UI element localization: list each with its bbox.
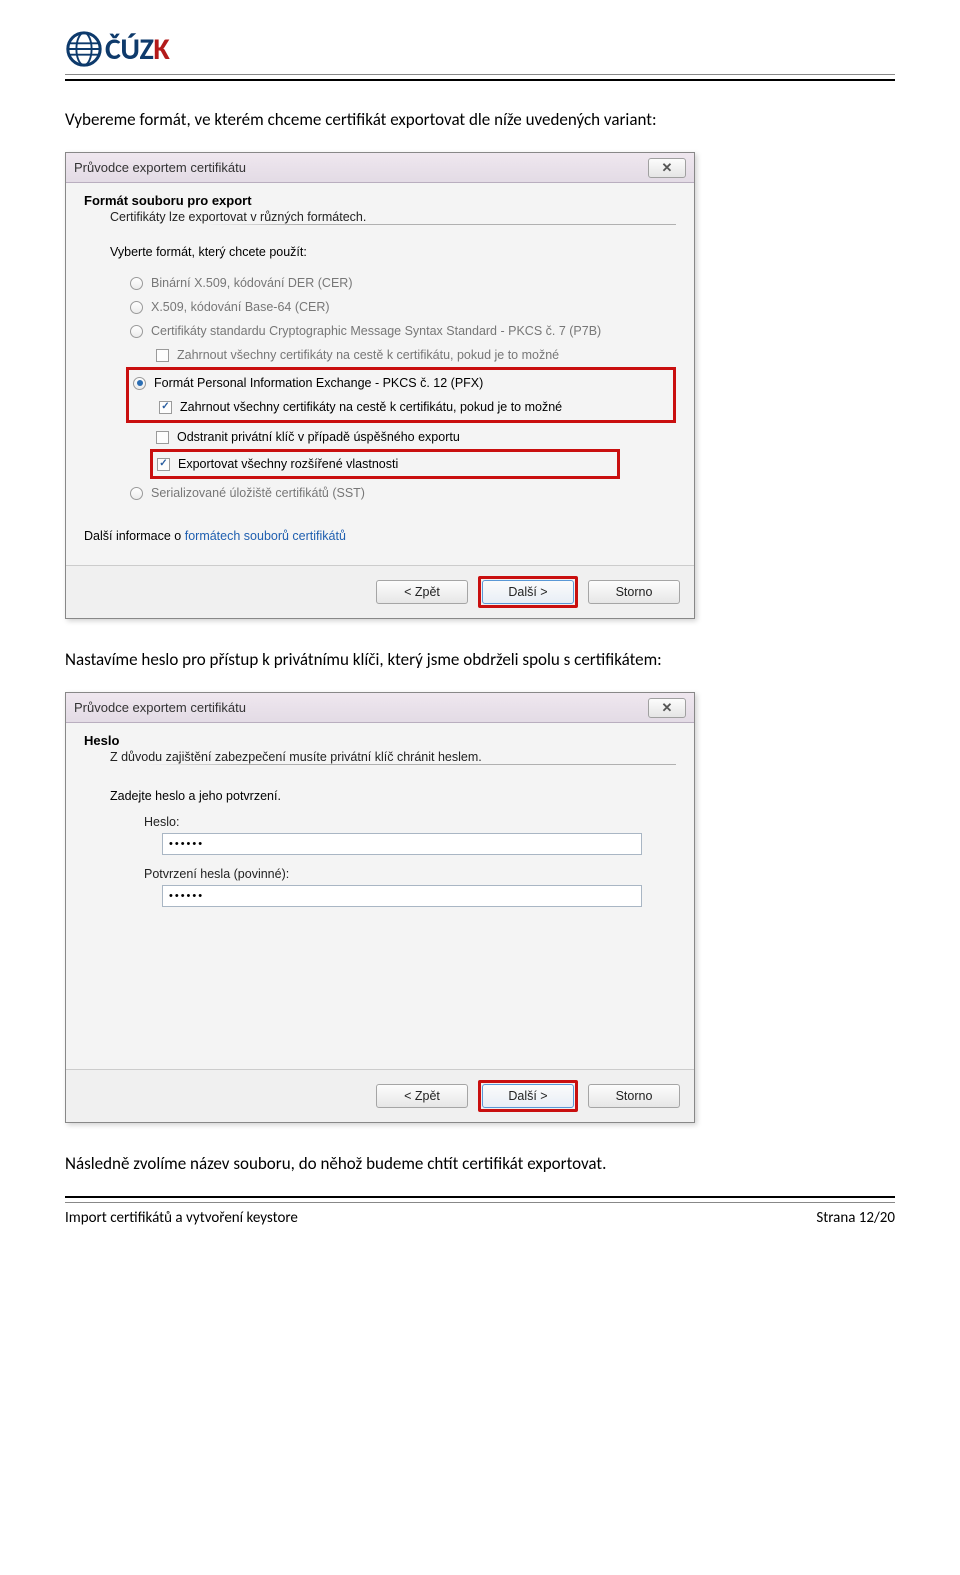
checkbox-label: Exportovat všechny rozšířené vlastnosti xyxy=(178,457,398,471)
radio-icon xyxy=(130,325,143,338)
formats-link[interactable]: formátech souborů certifikátů xyxy=(185,529,346,543)
password-value: •••••• xyxy=(169,838,204,850)
checkbox-delete-key[interactable]: Odstranit privátní klíč v případě úspěšn… xyxy=(156,425,676,449)
format-prompt: Vyberte formát, který chcete použít: xyxy=(110,245,676,259)
button-bar: < Zpět Další > Storno xyxy=(66,1069,694,1122)
radio-icon xyxy=(130,301,143,314)
footer-right: Strana 12/20 xyxy=(816,1209,895,1227)
window-title: Průvodce exportem certifikátu xyxy=(74,160,246,175)
section-subtext: Z důvodu zajištění zabezpečení musíte pr… xyxy=(110,750,676,764)
checkbox-pfx-include[interactable]: Zahrnout všechny certifikáty na cestě k … xyxy=(159,395,671,419)
radio-pfx[interactable]: Formát Personal Information Exchange - P… xyxy=(133,371,671,395)
highlight-next: Další > xyxy=(478,1080,578,1112)
back-button[interactable]: < Zpět xyxy=(376,580,468,604)
checkbox-extended[interactable]: Exportovat všechny rozšířené vlastnosti xyxy=(157,452,615,476)
confirm-password-value: •••••• xyxy=(169,890,204,902)
radio-label: X.509, kódování Base-64 (CER) xyxy=(151,300,330,314)
section-heading: Formát souboru pro export xyxy=(84,193,676,208)
brand-cuz: ČÚZ xyxy=(105,31,153,68)
export-wizard-format-dialog: Průvodce exportem certifikátu ✕ Formát s… xyxy=(65,152,695,619)
export-wizard-password-dialog: Průvodce exportem certifikátu ✕ Heslo Z … xyxy=(65,692,695,1123)
highlight-next: Další > xyxy=(478,576,578,608)
section-subtext: Certifikáty lze exportovat v různých for… xyxy=(110,210,676,224)
checkbox-label: Odstranit privátní klíč v případě úspěšn… xyxy=(177,430,460,444)
link-prefix: Další informace o xyxy=(84,529,185,543)
header-underline xyxy=(65,74,895,81)
window-title: Průvodce exportem certifikátu xyxy=(74,700,246,715)
back-button[interactable]: < Zpět xyxy=(376,1084,468,1108)
brand-text: ČÚZK xyxy=(105,31,169,68)
brand-k: K xyxy=(153,31,169,68)
radio-label: Certifikáty standardu Cryptographic Mess… xyxy=(151,324,601,338)
checkbox-icon xyxy=(156,349,169,362)
radio-label: Serializované úložiště certifikátů (SST) xyxy=(151,486,365,500)
confirm-password-input[interactable]: •••••• xyxy=(162,885,642,907)
password-label: Heslo: xyxy=(144,815,676,829)
close-icon: ✕ xyxy=(662,160,673,176)
password-prompt: Zadejte heslo a jeho potvrzení. xyxy=(110,789,676,803)
next-button[interactable]: Další > xyxy=(482,580,574,604)
highlight-pfx-option: Formát Personal Information Exchange - P… xyxy=(126,367,676,423)
radio-base64: X.509, kódování Base-64 (CER) xyxy=(130,295,676,319)
outro-paragraph: Následně zvolíme název souboru, do něhož… xyxy=(65,1153,895,1174)
title-bar: Průvodce exportem certifikátu ✕ xyxy=(66,153,694,183)
highlight-extended-props: Exportovat všechny rozšířené vlastnosti xyxy=(150,449,620,479)
cancel-button[interactable]: Storno xyxy=(588,1084,680,1108)
section-heading: Heslo xyxy=(84,733,676,748)
close-icon: ✕ xyxy=(662,700,673,716)
cancel-button[interactable]: Storno xyxy=(588,580,680,604)
radio-icon xyxy=(133,377,146,390)
brand-logo: ČÚZK xyxy=(65,30,895,68)
intro-paragraph-2: Nastavíme heslo pro přístup k privátnímu… xyxy=(65,649,895,670)
footer-left: Import certifikátů a vytvoření keystore xyxy=(65,1209,298,1227)
confirm-password-label: Potvrzení hesla (povinné): xyxy=(144,867,676,881)
checkbox-icon xyxy=(156,431,169,444)
more-info-row: Další informace o formátech souborů cert… xyxy=(84,529,676,543)
radio-icon xyxy=(130,487,143,500)
radio-sst: Serializované úložiště certifikátů (SST) xyxy=(130,481,676,505)
radio-label: Binární X.509, kódování DER (CER) xyxy=(151,276,352,290)
checkbox-icon xyxy=(157,458,170,471)
checkbox-p7b-include: Zahrnout všechny certifikáty na cestě k … xyxy=(156,343,676,367)
globe-icon xyxy=(65,30,103,68)
title-bar: Průvodce exportem certifikátu ✕ xyxy=(66,693,694,723)
page-footer: Import certifikátů a vytvoření keystore … xyxy=(65,1209,895,1227)
checkbox-icon xyxy=(159,401,172,414)
radio-icon xyxy=(130,277,143,290)
radio-label: Formát Personal Information Exchange - P… xyxy=(154,376,483,390)
radio-p7b: Certifikáty standardu Cryptographic Mess… xyxy=(130,319,676,343)
intro-paragraph-1: Vybereme formát, ve kterém chceme certif… xyxy=(65,109,895,130)
footer-underline xyxy=(65,1196,895,1203)
button-bar: < Zpět Další > Storno xyxy=(66,565,694,618)
close-button[interactable]: ✕ xyxy=(648,158,686,178)
close-button[interactable]: ✕ xyxy=(648,698,686,718)
radio-der: Binární X.509, kódování DER (CER) xyxy=(130,271,676,295)
checkbox-label: Zahrnout všechny certifikáty na cestě k … xyxy=(177,348,559,362)
next-button[interactable]: Další > xyxy=(482,1084,574,1108)
checkbox-label: Zahrnout všechny certifikáty na cestě k … xyxy=(180,400,562,414)
password-input[interactable]: •••••• xyxy=(162,833,642,855)
